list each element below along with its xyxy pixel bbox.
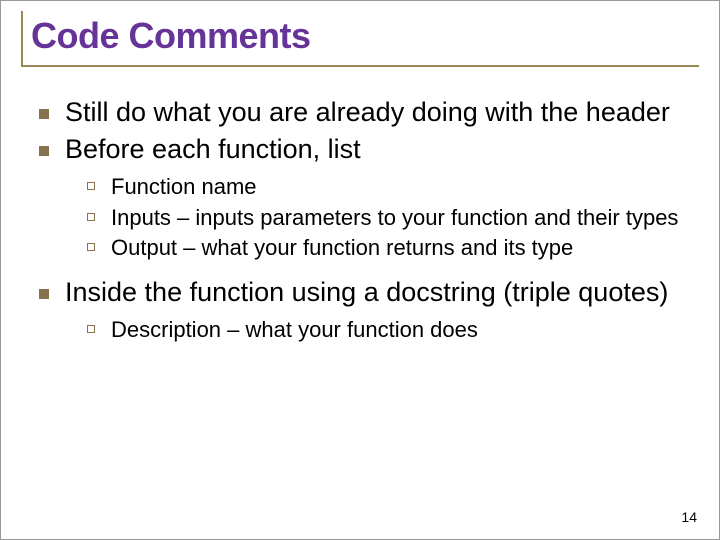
sub-list: Description – what your function does: [39, 316, 699, 345]
sub-bullet-item: Description – what your function does: [87, 316, 699, 345]
title-container: Code Comments: [21, 11, 699, 67]
bullet-text: Inside the function using a docstring (t…: [65, 275, 668, 310]
bullet-text: Before each function, list: [65, 132, 361, 167]
sub-bullet-text: Function name: [111, 173, 257, 202]
sub-bullet-icon: [87, 213, 95, 221]
bullet-icon: [39, 109, 49, 119]
sub-bullet-text: Description – what your function does: [111, 316, 478, 345]
sub-bullet-item: Function name: [87, 173, 699, 202]
sub-bullet-item: Inputs – inputs parameters to your funct…: [87, 204, 699, 233]
sub-bullet-text: Inputs – inputs parameters to your funct…: [111, 204, 678, 233]
bullet-icon: [39, 146, 49, 156]
sub-bullet-icon: [87, 243, 95, 251]
sub-list: Function name Inputs – inputs parameters…: [39, 173, 699, 263]
slide: Code Comments Still do what you are alre…: [1, 1, 719, 539]
sub-bullet-icon: [87, 182, 95, 190]
bullet-text: Still do what you are already doing with…: [65, 95, 670, 130]
bullet-item: Before each function, list: [39, 132, 699, 167]
sub-bullet-item: Output – what your function returns and …: [87, 234, 699, 263]
bullet-item: Inside the function using a docstring (t…: [39, 275, 699, 310]
sub-bullet-text: Output – what your function returns and …: [111, 234, 573, 263]
content-area: Still do what you are already doing with…: [21, 95, 699, 345]
sub-bullet-icon: [87, 325, 95, 333]
bullet-item: Still do what you are already doing with…: [39, 95, 699, 130]
bullet-icon: [39, 289, 49, 299]
slide-title: Code Comments: [31, 15, 699, 57]
page-number: 14: [681, 509, 697, 525]
